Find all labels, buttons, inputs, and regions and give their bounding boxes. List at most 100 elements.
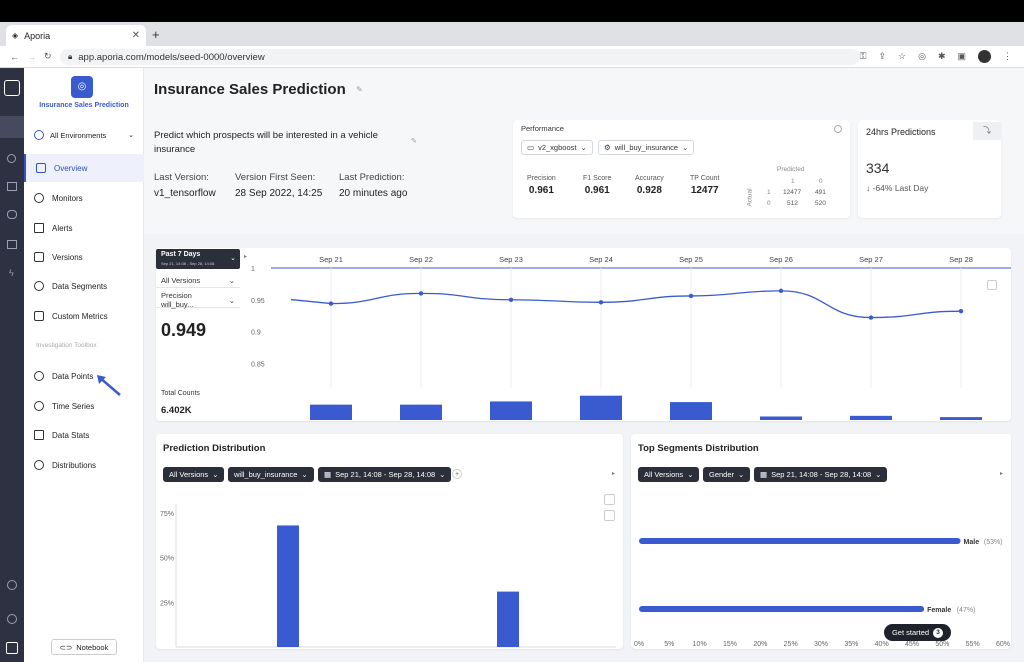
segment-bar bbox=[639, 606, 925, 612]
nav-custom-metrics[interactable]: Custom Metrics bbox=[24, 302, 144, 330]
pred-range-select[interactable]: ▦ Sep 21, 14:08 - Sep 28, 14:08 ⌄ bbox=[318, 467, 452, 482]
last-version-value: v1_tensorflow bbox=[154, 188, 216, 199]
model-logo-icon: ◎ bbox=[71, 76, 93, 98]
pred-target-select[interactable]: will_buy_insurance ⌄ bbox=[228, 467, 314, 482]
account-icon[interactable] bbox=[6, 642, 18, 654]
forward-icon[interactable]: → bbox=[27, 52, 36, 62]
collapse-icon[interactable]: ▸ bbox=[1000, 470, 1003, 477]
model-description: Predict which prospects will be interest… bbox=[154, 130, 378, 155]
tab-title: Aporia bbox=[24, 30, 51, 41]
trend-icon[interactable]: ⤵ bbox=[973, 122, 1001, 140]
browser-tab[interactable]: ◈ Aporia ✕ bbox=[6, 25, 146, 46]
metric-tp-count: TP Count 12477 bbox=[690, 175, 719, 196]
tool-data-stats[interactable]: Data Stats bbox=[24, 421, 144, 449]
nav-alerts[interactable]: Alerts bbox=[24, 214, 144, 242]
data-point bbox=[508, 297, 514, 302]
matrix-col: 1 bbox=[791, 178, 795, 185]
data-point bbox=[328, 301, 334, 306]
toolbox-heading: Investigation Toolbox bbox=[36, 342, 97, 349]
matrix-cell: 520 bbox=[815, 200, 826, 207]
star-icon[interactable]: ☆ bbox=[898, 51, 906, 62]
segments-icon bbox=[34, 281, 44, 291]
gear-icon: ⚙ bbox=[604, 143, 611, 152]
target-select[interactable]: ⚙ will_buy_insurance ⌄ bbox=[598, 140, 695, 155]
period-select[interactable]: Past 7 Days Sep 21, 14:08 - Sep 28, 14:0… bbox=[156, 249, 240, 269]
count-bar bbox=[850, 415, 892, 420]
back-icon[interactable]: ← bbox=[10, 52, 19, 62]
aporia-favicon: ◈ bbox=[12, 31, 19, 40]
tool-distributions[interactable]: Distributions bbox=[24, 451, 144, 479]
tool-data-points[interactable]: Data Points bbox=[24, 362, 144, 390]
last-version-label: Last Version: bbox=[154, 172, 209, 183]
notebook-button[interactable]: ⊂⊃ Notebook bbox=[51, 639, 117, 655]
x-tick-label: 40% bbox=[875, 641, 889, 648]
tool-label: Time Series bbox=[52, 401, 95, 411]
chevron-down-icon: ⌄ bbox=[228, 275, 235, 285]
alert-triangle-icon bbox=[34, 223, 44, 233]
tool-time-series[interactable]: Time Series bbox=[24, 392, 144, 420]
pred-versions-select[interactable]: All Versions ⌄ bbox=[163, 467, 225, 482]
stats-icon bbox=[34, 430, 44, 440]
versions-value: All Versions bbox=[161, 275, 201, 285]
version-icon: ▭ bbox=[527, 143, 535, 152]
metric-label: Precision bbox=[527, 175, 556, 182]
environment-label: All Environments bbox=[50, 130, 107, 140]
seg-field-select[interactable]: Gender ⌄ bbox=[703, 467, 751, 482]
share-icon[interactable]: ⇪ bbox=[878, 51, 886, 62]
home-icon[interactable] bbox=[4, 80, 20, 96]
new-tab-icon[interactable]: + bbox=[152, 27, 160, 42]
calendar-icon: ▦ bbox=[760, 470, 768, 479]
settings-icon[interactable] bbox=[7, 614, 17, 624]
address-bar[interactable]: 🔒︎ app.aporia.com/models/seed-0000/overv… bbox=[60, 49, 860, 65]
overview-icon bbox=[36, 163, 46, 173]
model-name: Insurance Sales Prediction bbox=[39, 102, 129, 109]
environment-select[interactable]: All Environments ⌄ bbox=[34, 126, 134, 144]
metric-select[interactable]: Precision will_buy... ⌄ bbox=[156, 291, 240, 309]
url-text: app.aporia.com/models/seed-0000/overview bbox=[78, 51, 265, 63]
collapse-icon[interactable]: ▸ bbox=[612, 470, 615, 477]
reload-icon[interactable]: ↻ bbox=[44, 51, 52, 62]
y-tick-label: 75% bbox=[160, 511, 174, 518]
users-icon[interactable] bbox=[7, 210, 17, 219]
segment-value: Gender bbox=[709, 470, 735, 479]
close-tab-icon[interactable]: ✕ bbox=[132, 30, 140, 41]
dashboards-icon[interactable] bbox=[7, 154, 16, 163]
alerts-icon[interactable] bbox=[7, 182, 17, 191]
seg-range-select[interactable]: ▦ Sep 21, 14:08 - Sep 28, 14:08 ⌄ bbox=[754, 467, 888, 482]
predictions-24h-card: 24hrs Predictions ⤵ 334 ↓ -64% Last Day bbox=[858, 120, 1001, 218]
metric-label: TP Count bbox=[690, 175, 720, 182]
nav-monitors[interactable]: Monitors bbox=[24, 184, 144, 212]
key-icon[interactable]: ⚿ bbox=[860, 51, 867, 62]
y-tick-label: 50% bbox=[160, 556, 174, 563]
nav-label: Data Segments bbox=[52, 281, 108, 291]
nav-data-segments[interactable]: Data Segments bbox=[24, 272, 144, 300]
arrow-down-icon: ↓ bbox=[866, 183, 873, 193]
metric-value: Precision will_buy... bbox=[161, 291, 194, 309]
browser-menu-icon[interactable]: ⋮ bbox=[1003, 51, 1012, 62]
get-started-button[interactable]: Get started 3 bbox=[884, 624, 951, 641]
metric-accuracy: Accuracy 0.928 bbox=[635, 175, 664, 196]
sidebar-toggle-icon[interactable]: ▣ bbox=[957, 51, 966, 62]
add-filter-icon[interactable]: + bbox=[452, 469, 462, 479]
help-icon[interactable] bbox=[7, 580, 17, 590]
top-seg-title: Top Segments Distribution bbox=[638, 443, 759, 454]
seg-versions-select[interactable]: All Versions ⌄ bbox=[638, 467, 700, 482]
top-segments-card: Top Segments Distribution All Versions ⌄ … bbox=[631, 434, 1011, 649]
edit-title-icon[interactable]: ✎ bbox=[356, 85, 363, 94]
nav-overview[interactable]: Overview bbox=[24, 154, 144, 182]
x-tick-label: 0% bbox=[634, 641, 644, 648]
range-value: Sep 21, 14:08 - Sep 28, 14:08 bbox=[335, 470, 436, 479]
models-icon[interactable] bbox=[0, 116, 24, 138]
profile-avatar[interactable] bbox=[978, 50, 991, 63]
versions-select[interactable]: All Versions ⌄ bbox=[156, 273, 240, 288]
nav-versions[interactable]: Versions bbox=[24, 243, 144, 271]
info-icon[interactable] bbox=[834, 125, 842, 133]
version-select[interactable]: ▭ v2_xgboost ⌄ bbox=[521, 140, 593, 155]
puzzle-icon[interactable]: ✱ bbox=[938, 51, 946, 62]
edit-description-icon[interactable]: ✎ bbox=[411, 137, 417, 145]
integrations-icon[interactable] bbox=[7, 240, 17, 249]
prediction-distribution-card: Prediction Distribution All Versions ⌄ wi… bbox=[156, 434, 623, 649]
performance-title: Performance bbox=[521, 124, 564, 133]
bolt-icon[interactable]: ϟ bbox=[9, 268, 14, 278]
extension-icon[interactable]: ◎ bbox=[918, 51, 926, 62]
